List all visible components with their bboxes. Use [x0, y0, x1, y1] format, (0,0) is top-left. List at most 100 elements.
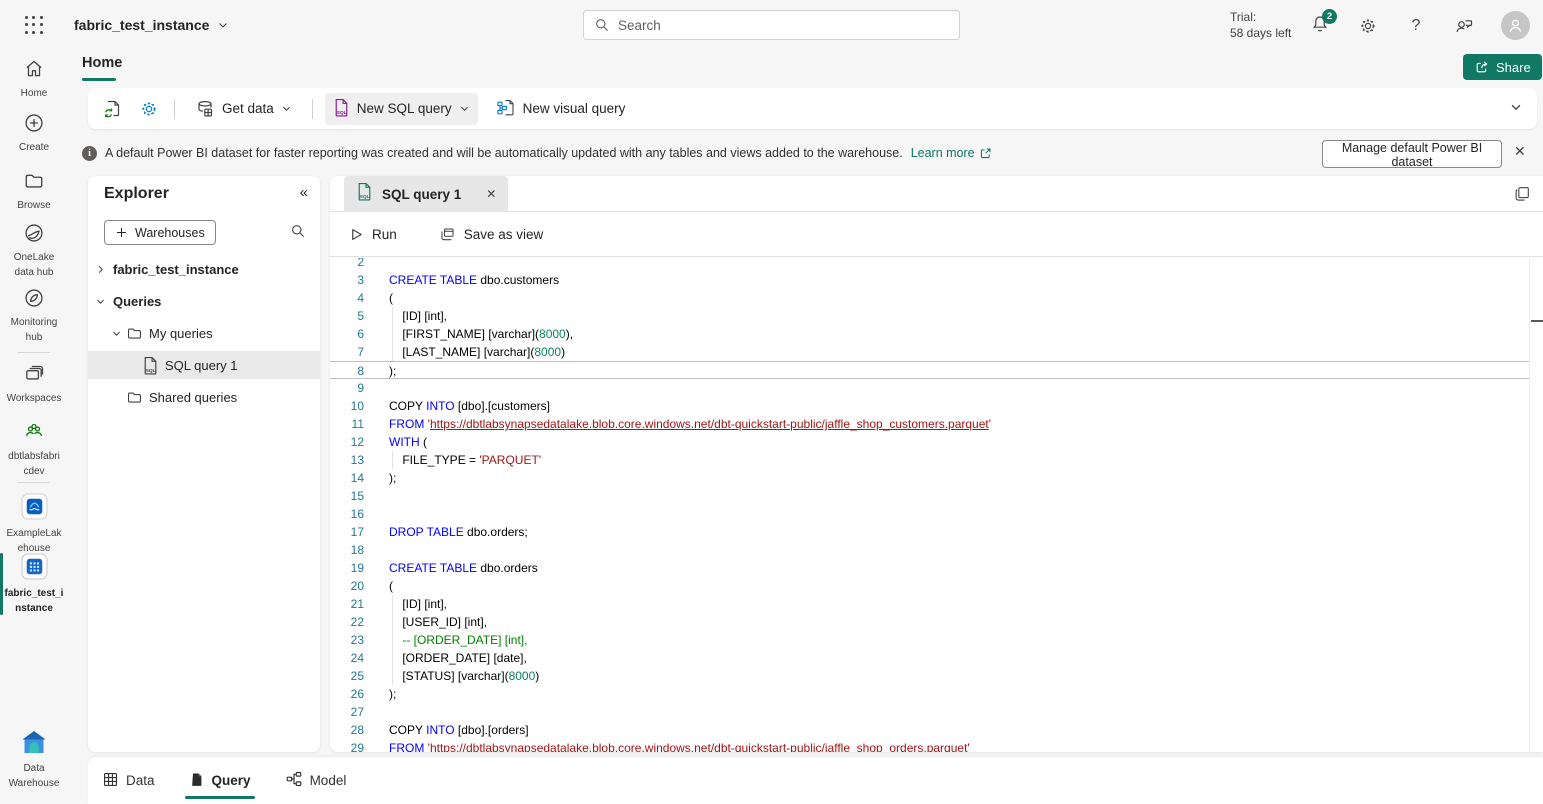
line-number: 26 [330, 685, 364, 703]
query-settings-button[interactable] [136, 96, 162, 122]
rail-item-fabric-test-instance[interactable]: fabric_test_instance [0, 553, 68, 615]
close-tab-icon[interactable]: ✕ [486, 187, 496, 201]
view-tab-data[interactable]: Data [98, 757, 159, 804]
feedback-button[interactable] [1452, 14, 1476, 38]
code-line[interactable]: 3CREATE TABLE dbo.customers [330, 271, 1529, 289]
code-line[interactable]: 16 [330, 505, 1529, 523]
code-line[interactable]: 2 [330, 258, 1529, 271]
run-button[interactable]: Run [349, 227, 397, 242]
app-launcher-icon[interactable] [24, 15, 44, 35]
rail-item-onelake-data-hub[interactable]: OneLakedata hub [0, 222, 68, 279]
explorer-tree: fabric_test_instance Queries My queries SQL… [88, 255, 320, 415]
banner-close-icon[interactable]: ✕ [1514, 143, 1526, 160]
code-line[interactable]: 7 [LAST_NAME] [varchar](8000) [330, 343, 1529, 361]
create-icon [23, 112, 45, 139]
data-warehouse-icon [20, 730, 48, 760]
share-button[interactable]: Share [1463, 54, 1542, 80]
notifications-button[interactable]: 2 [1308, 14, 1332, 38]
line-number: 9 [330, 379, 364, 397]
tree-item-sql-query-1[interactable]: SQLSQL query 1 [88, 351, 320, 379]
lakehouse-tile-icon [21, 493, 48, 525]
notification-badge: 2 [1322, 9, 1337, 24]
database-icon [195, 99, 215, 119]
code-line[interactable]: 10COPY INTO [dbo].[customers] [330, 397, 1529, 415]
chevron-down-icon[interactable] [108, 328, 124, 339]
code-line[interactable]: 26); [330, 685, 1529, 703]
code-line[interactable]: 6 [FIRST_NAME] [varchar](8000), [330, 325, 1529, 343]
rail-item-dbtlabsfabricdev[interactable]: dbtlabsfabricdev [0, 421, 68, 478]
code-line[interactable]: 29FROM 'https://dbtlabsynapsedatalake.bl… [330, 739, 1529, 752]
rail-item-workspaces[interactable]: Workspaces [0, 363, 68, 405]
code-line[interactable]: 14); [330, 469, 1529, 487]
code-line[interactable]: 4( [330, 289, 1529, 307]
code-text: [ORDER_DATE] [date], [389, 649, 527, 667]
code-text: COPY INTO [dbo].[customers] [389, 397, 550, 415]
workspaces-icon [23, 363, 45, 390]
code-line[interactable]: 25 [STATUS] [varchar](8000) [330, 667, 1529, 685]
code-line[interactable]: 27 [330, 703, 1529, 721]
query-tab[interactable]: SQL SQL query 1 ✕ [344, 176, 508, 212]
code-line[interactable]: 23 -- [ORDER_DATE] [int], [330, 631, 1529, 649]
rail-item-monitoring-hub[interactable]: Monitoringhub [0, 287, 68, 344]
tree-item-fabric-test-instance[interactable]: fabric_test_instance [88, 255, 320, 283]
avatar[interactable] [1501, 11, 1530, 40]
refresh-button[interactable] [100, 96, 126, 122]
home-icon [23, 58, 45, 85]
save-as-view-button[interactable]: Save as view [439, 226, 544, 243]
collapse-explorer-button[interactable]: « [300, 184, 308, 201]
code-line[interactable]: 19CREATE TABLE dbo.orders [330, 559, 1529, 577]
tree-item-shared-queries[interactable]: Shared queries [88, 383, 320, 411]
rail-item-browse[interactable]: Browse [0, 170, 68, 212]
gear-blue-icon [139, 99, 159, 119]
sql-file-green-icon: SQL [356, 182, 373, 206]
line-number: 20 [330, 577, 364, 595]
code-line[interactable]: 13 FILE_TYPE = 'PARQUET' [330, 451, 1529, 469]
rail-item-label: Data [23, 763, 44, 775]
code-line[interactable]: 11FROM 'https://dbtlabsynapsedatalake.bl… [330, 415, 1529, 433]
help-button[interactable]: ? [1404, 14, 1428, 38]
view-tab-label: Query [212, 773, 251, 788]
new-sql-query-button[interactable]: SQL New SQL query [325, 93, 478, 125]
rail-item-create[interactable]: Create [0, 112, 68, 154]
tree-item-queries[interactable]: Queries [88, 287, 320, 315]
code-line[interactable]: 9 [330, 379, 1529, 397]
rail-item-data-warehouse[interactable]: Data Warehouse [0, 730, 68, 790]
get-data-button[interactable]: Get data [187, 94, 300, 124]
view-tab-query[interactable]: Query [185, 757, 255, 804]
tab-home[interactable]: Home [82, 55, 122, 71]
line-number: 3 [330, 271, 364, 289]
gear-icon [1358, 16, 1378, 36]
code-line[interactable]: 22 [USER_ID] [int], [330, 613, 1529, 631]
toolbar-expand-button[interactable] [1509, 100, 1523, 119]
rail-item-label: Warehouse [9, 778, 60, 790]
code-line[interactable]: 17DROP TABLE dbo.orders; [330, 523, 1529, 541]
code-editor[interactable]: 23CREATE TABLE dbo.customers4(5 [ID] [in… [330, 258, 1529, 752]
manage-dataset-button[interactable]: Manage default Power BI dataset [1322, 140, 1502, 168]
explorer-search-icon[interactable] [290, 223, 306, 244]
tree-item-my-queries[interactable]: My queries [88, 319, 320, 347]
workspace-switcher[interactable]: fabric_test_instance [74, 14, 229, 36]
rail-item-examplelakehouse[interactable]: ExampleLakehouse [0, 493, 68, 555]
code-line[interactable]: 12WITH ( [330, 433, 1529, 451]
svg-text:SQL: SQL [360, 194, 370, 200]
search-input[interactable] [618, 18, 949, 33]
query-editor-panel: SQL SQL query 1 ✕ Run Save as view 23CRE… [330, 176, 1543, 752]
code-line[interactable]: 8); [330, 361, 1529, 379]
code-line[interactable]: 18 [330, 541, 1529, 559]
learn-more-link[interactable]: Learn more [911, 146, 992, 160]
settings-button[interactable] [1356, 14, 1380, 38]
chevron-down-icon[interactable] [92, 296, 108, 307]
chevron-right-icon[interactable] [92, 264, 108, 275]
code-line[interactable]: 5 [ID] [int], [330, 307, 1529, 325]
new-visual-query-button[interactable]: New visual query [488, 94, 634, 123]
code-line[interactable]: 21 [ID] [int], [330, 595, 1529, 613]
editor-scrollbar[interactable] [1529, 258, 1543, 752]
code-line[interactable]: 15 [330, 487, 1529, 505]
new-warehouse-button[interactable]: Warehouses [104, 220, 216, 245]
rail-item-home[interactable]: Home [0, 58, 68, 100]
code-line[interactable]: 28COPY INTO [dbo].[orders] [330, 721, 1529, 739]
code-line[interactable]: 20( [330, 577, 1529, 595]
copy-icon[interactable] [1513, 185, 1531, 208]
view-tab-model[interactable]: Model [281, 757, 351, 804]
code-line[interactable]: 24 [ORDER_DATE] [date], [330, 649, 1529, 667]
